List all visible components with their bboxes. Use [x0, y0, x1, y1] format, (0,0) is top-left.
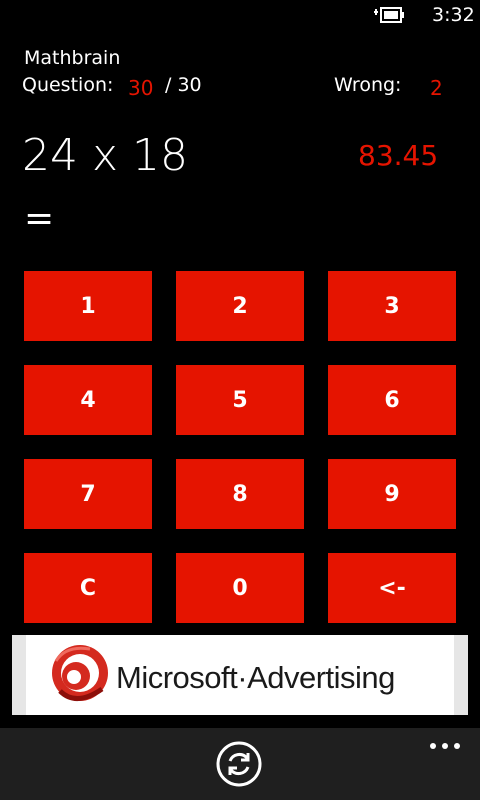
ad-banner[interactable]: Microsoft·Advertising: [12, 635, 468, 715]
status-time: 3:32: [432, 4, 475, 26]
key-6[interactable]: 6: [328, 365, 456, 435]
question-label: Question:: [22, 74, 114, 96]
key-3[interactable]: 3: [328, 271, 456, 341]
key-1[interactable]: 1: [24, 271, 152, 341]
ellipsis-icon[interactable]: [428, 736, 462, 756]
battery-charging-icon: [374, 7, 404, 23]
key-7[interactable]: 7: [24, 459, 152, 529]
wrong-count: 2: [430, 76, 443, 100]
ad-edge-right: [454, 635, 468, 715]
key-2[interactable]: 2: [176, 271, 304, 341]
key-4[interactable]: 4: [24, 365, 152, 435]
key-0[interactable]: 0: [176, 553, 304, 623]
app-title: Mathbrain: [24, 47, 121, 69]
wrong-label: Wrong:: [334, 74, 402, 96]
key-9[interactable]: 9: [328, 459, 456, 529]
key-backspace[interactable]: <-: [328, 553, 456, 623]
microsoft-advertising-logo: [52, 645, 108, 701]
problem-expression: 24 x 18: [22, 130, 188, 181]
ad-text: Microsoft·Advertising: [116, 660, 395, 695]
equals-sign: =: [24, 198, 55, 239]
refresh-icon[interactable]: [215, 740, 263, 788]
question-current: 30: [128, 76, 154, 100]
status-bar: 3:32: [0, 0, 480, 32]
ad-edge-left: [12, 635, 26, 715]
app-bar: [0, 728, 480, 800]
key-clear[interactable]: C: [24, 553, 152, 623]
key-5[interactable]: 5: [176, 365, 304, 435]
timer: 83.45: [358, 139, 439, 172]
key-8[interactable]: 8: [176, 459, 304, 529]
question-total: / 30: [165, 74, 202, 96]
